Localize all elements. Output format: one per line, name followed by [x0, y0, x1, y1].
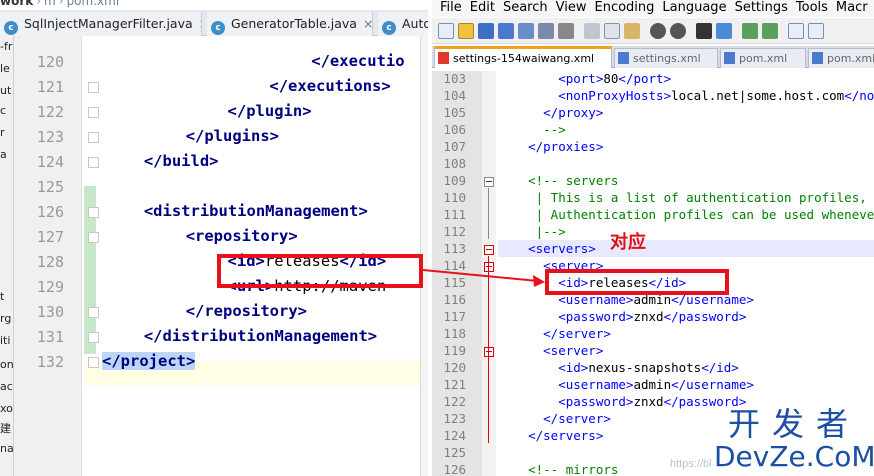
watermark-logo: 开发者 DevZe.CoM: [714, 405, 874, 473]
faint-url-watermark: https://bl: [670, 458, 712, 470]
annotation-label: 对应: [610, 232, 646, 253]
